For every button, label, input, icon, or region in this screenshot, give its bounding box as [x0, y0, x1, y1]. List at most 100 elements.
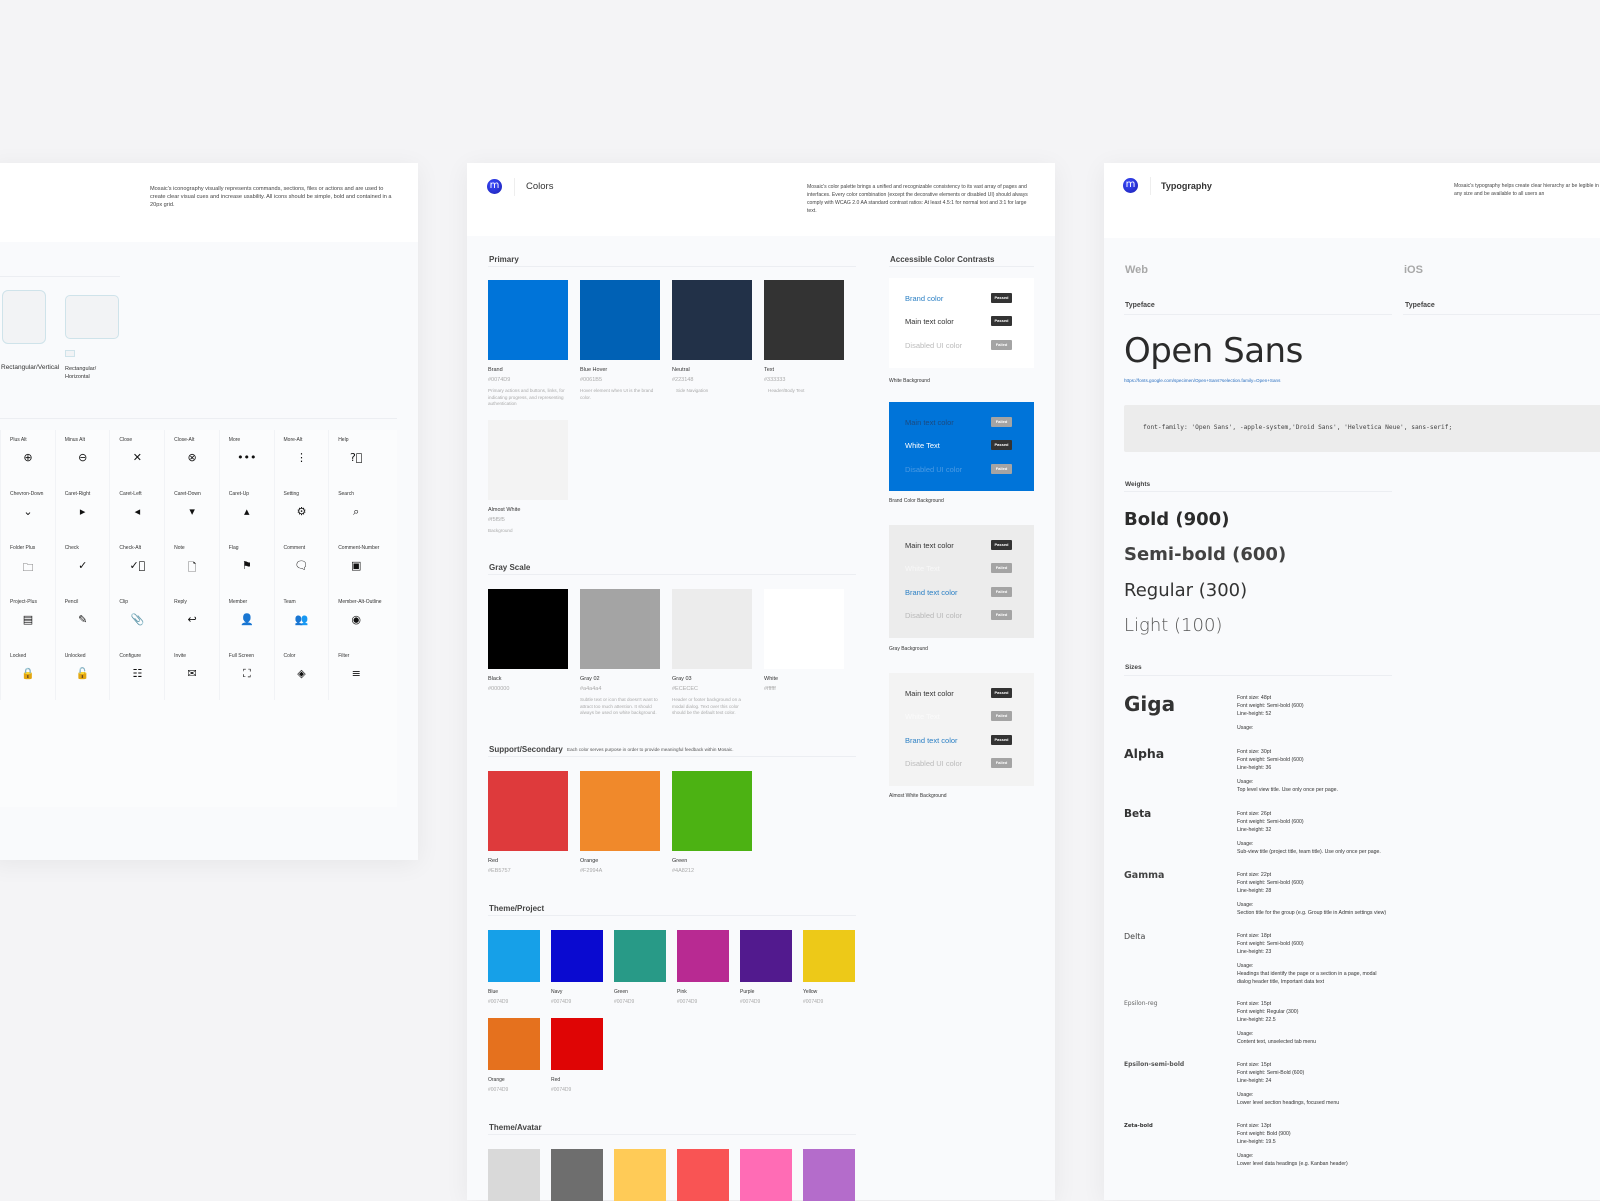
icon-label: Caret-Up	[228, 491, 250, 497]
chevron-down-icon: ⌄	[23, 505, 33, 518]
swatch-hex: #0074D9	[614, 999, 635, 1005]
swatch-usage: Header or footer background on a modal d…	[672, 697, 741, 716]
contrast-sample-text: White Text	[905, 441, 940, 451]
iconography-card: Mosaic's iconography visually represents…	[0, 163, 418, 860]
search-icon: ⌕	[353, 505, 360, 518]
avatar-color-swatch	[803, 1149, 855, 1201]
type-size-name: Gamma	[1124, 870, 1165, 881]
icon-label: Member-Alt-Outline	[338, 599, 382, 605]
icon-cell[interactable]: Chevron-Down ⌄	[0, 484, 54, 538]
caret-up-icon: ▴	[244, 505, 250, 518]
icon-cell[interactable]: Caret-Right ▸	[54, 484, 109, 538]
icon-cell[interactable]: Locked 🔒	[0, 646, 54, 700]
contrast-sample-text: Main text color	[905, 418, 954, 427]
swatch-name: Almost White	[488, 507, 521, 513]
icon-cell[interactable]: Filter ≡	[328, 646, 382, 700]
contrast-status-badge: Failed	[991, 563, 1012, 574]
swatch-name: Orange	[488, 1077, 505, 1083]
icon-cell[interactable]: Clip 📎	[109, 592, 163, 646]
comment-icon: 🗨	[294, 559, 309, 572]
icon-cell[interactable]: Setting ⚙	[273, 484, 328, 538]
type-size-spec: Font size: 22pt	[1237, 872, 1272, 878]
icon-cell[interactable]: Pencil ✎	[54, 592, 109, 646]
icon-cell[interactable]: Member 👤	[218, 592, 273, 646]
swatch-hex: #EB5757	[488, 868, 511, 874]
weights-label: Weights	[1125, 481, 1151, 488]
swatch-hex: #0074D9	[488, 377, 511, 383]
icon-cell[interactable]: Note 🗋	[164, 538, 218, 592]
icon-cell[interactable]: Member-Alt-Outline ◉	[328, 592, 382, 646]
divider	[488, 266, 856, 267]
icon-cell[interactable]: Close-Alt ⊗	[164, 430, 218, 484]
sliders-icon: ☷	[132, 667, 143, 680]
icon-cell[interactable]: Check ✓	[54, 538, 109, 592]
web-label: Web	[1125, 264, 1149, 276]
icon-cell[interactable]: Invite ✉	[164, 646, 218, 700]
swatch-name: Text	[764, 367, 775, 373]
icon-label: Reply	[174, 599, 187, 605]
icon-cell[interactable]: Comment-Number ▣	[328, 538, 382, 592]
icon-cell[interactable]: Check-Alt ✓⃝	[109, 538, 163, 592]
icon-label: Help	[338, 437, 349, 443]
type-size-spec: Line-height: 22.5	[1237, 1017, 1276, 1023]
icon-label: More	[228, 437, 241, 443]
divider	[488, 1134, 856, 1135]
icon-label: Folder Plus	[10, 545, 36, 551]
icon-cell[interactable]: More-Alt ⋮	[273, 430, 328, 484]
type-size-spec: Line-height: 23	[1237, 949, 1272, 955]
icon-cell[interactable]: Plus Alt ⊕	[0, 430, 54, 484]
icon-label: Search	[338, 491, 355, 497]
icon-cell[interactable]: Caret-Up ▴	[218, 484, 273, 538]
icon-label: Project-Plus	[10, 599, 37, 605]
divider	[488, 915, 856, 916]
shape-horizontal-mini	[65, 350, 75, 357]
theme-project-title: Theme/Project	[489, 904, 545, 913]
colors-title: Colors	[526, 181, 554, 192]
support-title: Support/Secondary	[489, 745, 563, 754]
filter-icon: ≡	[351, 667, 361, 680]
divider	[514, 178, 515, 196]
icon-cell[interactable]: Flag ⚑	[218, 538, 273, 592]
icon-cell[interactable]: Minus Alt ⊖	[54, 430, 109, 484]
typeface-link[interactable]: https://fonts.google.com/specimen/Open+S…	[1124, 378, 1280, 383]
icon-cell[interactable]: Help ?⃝	[328, 430, 382, 484]
icon-cell[interactable]: Folder Plus 🗀	[0, 538, 54, 592]
icon-cell[interactable]: Reply ↩	[164, 592, 218, 646]
icon-cell[interactable]: Search ⌕	[328, 484, 382, 538]
contrast-box-label: Gray Background	[889, 646, 928, 652]
folder-plus-icon: 🗀	[22, 561, 34, 574]
icon-cell[interactable]: Comment 🗨	[273, 538, 328, 592]
icon-cell[interactable]: Full Screen ⛶	[218, 646, 273, 700]
icon-cell[interactable]: Unlocked 🔓	[54, 646, 109, 700]
icon-cell[interactable]: More •••	[218, 430, 273, 484]
icon-cell[interactable]: Team 👥	[273, 592, 328, 646]
type-usage-label: Usage:	[1237, 963, 1254, 969]
icon-grid: Plus Alt ⊕ Minus Alt ⊖ Close ✕ Close-Alt ⊗ More •…	[0, 430, 397, 807]
type-size-spec: Line-height: 28	[1237, 888, 1272, 894]
type-size-spec: Font size: 30pt	[1237, 749, 1272, 755]
swatch-usage: Subtle text or icon that doesn't want to…	[580, 697, 658, 716]
typeface-name: Open Sans	[1124, 331, 1303, 371]
icon-label: More-Alt	[283, 437, 303, 443]
divider	[1403, 314, 1600, 315]
type-usage-label: Usage:	[1237, 1153, 1254, 1159]
icon-cell[interactable]: Project-Plus ▤	[0, 592, 54, 646]
font-family-code-block: font-family: 'Open Sans', -apple-system,…	[1124, 405, 1600, 452]
swatch-name: White	[764, 676, 779, 682]
icon-cell[interactable]: Caret-Left ◂	[109, 484, 163, 538]
colors-description: Mosaic's color palette brings a unified …	[807, 184, 1028, 214]
icon-cell[interactable]: Color ◈	[273, 646, 328, 700]
contrast-status-badge: Failed	[991, 463, 1012, 474]
check-circle-icon: ✓⃝	[129, 559, 146, 572]
contrast-status-badge: Passed	[991, 540, 1012, 550]
icon-cell[interactable]: Close ✕	[109, 430, 163, 484]
icon-cell[interactable]: Configure ☷	[109, 646, 163, 700]
ios-typeface-label: Typeface	[1405, 302, 1435, 309]
contrast-sample-text: Disabled UI color	[905, 758, 963, 768]
contrast-status-badge: Failed	[991, 757, 1012, 768]
support-subtitle: Each color serves purpose in order to pr…	[567, 747, 734, 752]
type-size-spec: Font weight: Semi-Bold (600)	[1237, 1070, 1305, 1076]
swatch-hex: #0074D9	[488, 1087, 509, 1093]
icon-cell[interactable]: Caret-Down ▾	[164, 484, 218, 538]
type-size-name: Zeta-bold	[1124, 1123, 1153, 1129]
